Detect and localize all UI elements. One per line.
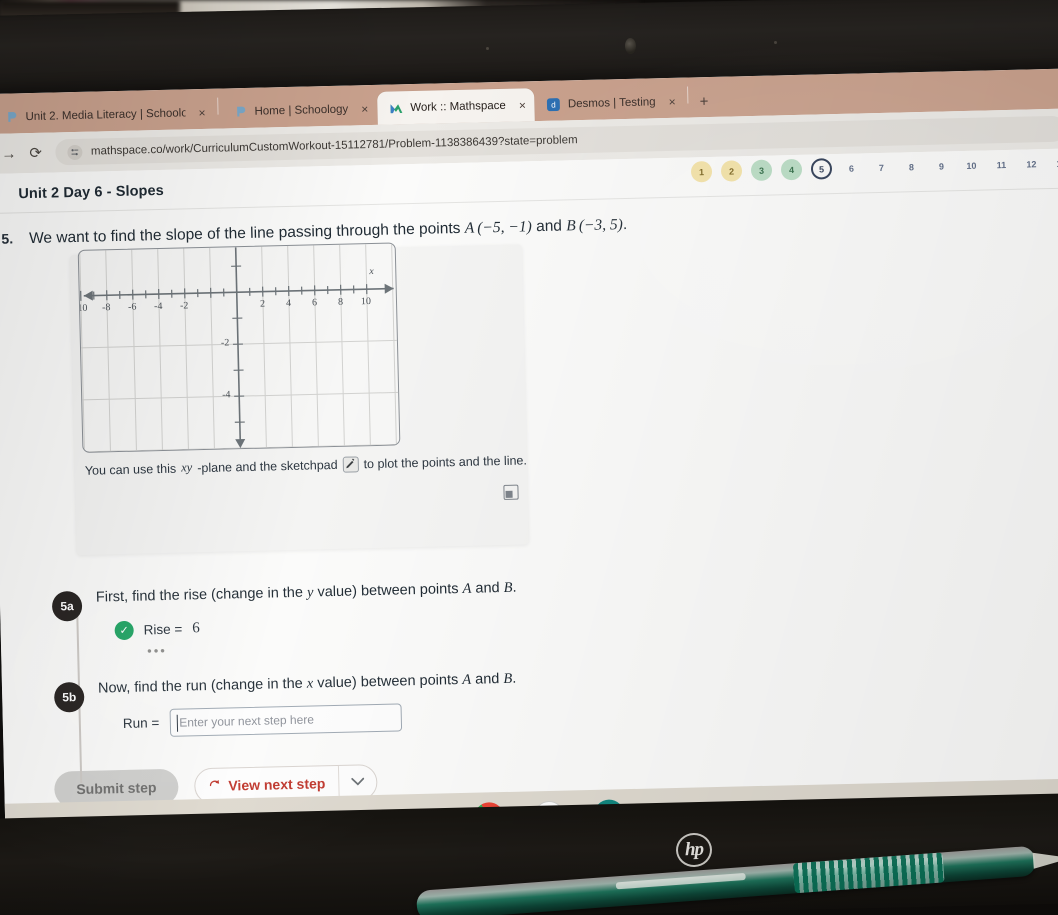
- question-text-lead: We want to find the slope of the line pa…: [28, 219, 461, 248]
- schoology-icon: [233, 104, 247, 118]
- x-tick-label: -10: [77, 302, 88, 314]
- x-tick-label: -6: [127, 301, 137, 313]
- page-title: Unit 2 Day 6 - Slopes: [18, 182, 165, 203]
- question-point-b: B (−3, 5): [566, 216, 624, 235]
- browser-tab-0[interactable]: Unit 2. Media Literacy | Schoolo ×: [0, 96, 215, 134]
- mathspace-icon: [389, 101, 403, 115]
- webcam-icon: [624, 37, 637, 55]
- x-tick-label: 2: [259, 298, 266, 310]
- graph-card: -10 -8 -6 -4 -2 2 4 6 8 10 -2 -4 x You c…: [69, 242, 529, 555]
- x-tick-label: 6: [311, 297, 318, 309]
- browser-tab-title: Desmos | Testing: [567, 95, 656, 110]
- question-conjunction: and: [535, 217, 563, 236]
- browser-tab-3[interactable]: d Desmos | Testing ×: [534, 85, 685, 122]
- page-content: 1 2 3 4 5 6 7 8 9 10 11 12 13 Unit 2 Day…: [0, 148, 1058, 854]
- svg-text:d: d: [551, 100, 556, 109]
- steps-list: 5a First, find the rise (change in the y…: [0, 565, 1058, 783]
- expand-icon[interactable]: [503, 484, 519, 500]
- close-icon[interactable]: ×: [519, 98, 526, 112]
- tab-separator: [217, 97, 219, 115]
- sketchpad-caption-mid: -plane and the sketchpad: [197, 457, 338, 476]
- microphone-hole-right: [773, 40, 778, 45]
- step-period: .: [512, 670, 517, 687]
- sketchpad-icon[interactable]: [342, 456, 359, 473]
- redo-icon: [208, 777, 221, 793]
- step-answer-input[interactable]: Enter your next step here: [169, 703, 403, 737]
- desmos-icon: d: [547, 97, 561, 111]
- question-point-a: A (−5, −1): [464, 218, 532, 237]
- answer-label: Rise =: [143, 621, 183, 638]
- question-number: 5.: [1, 230, 14, 247]
- x-tick-label: -2: [179, 300, 189, 312]
- address-bar-url: mathspace.co/work/CurriculumCustomWorkou…: [90, 134, 578, 158]
- x-tick-label: 10: [360, 295, 372, 308]
- step-point-b: B: [503, 579, 513, 596]
- close-icon[interactable]: ×: [198, 105, 205, 119]
- y-tick-label: -2: [220, 337, 230, 349]
- site-settings-icon[interactable]: [66, 144, 83, 160]
- x-tick-label: -8: [101, 302, 111, 314]
- step-point-a: A: [462, 580, 472, 597]
- step-conjunction: and: [474, 670, 500, 688]
- step-answer-placeholder: Enter your next step here: [179, 712, 315, 730]
- view-next-step-label: View next step: [228, 774, 326, 794]
- browser-tab-title: Home | Schoology: [254, 103, 349, 118]
- step-prompt-lead: First, find the rise (change in the: [95, 584, 304, 606]
- forward-icon[interactable]: →: [1, 145, 16, 162]
- input-label: Run =: [122, 715, 160, 732]
- step-conjunction: and: [475, 580, 500, 597]
- x-tick-label: 8: [337, 296, 344, 308]
- tab-separator: [687, 85, 689, 104]
- photo-of-laptop-screen: Unit 2. Media Literacy | Schoolo × Home …: [0, 0, 1058, 915]
- step-prompt-tail: value) between points: [317, 580, 459, 601]
- microphone-hole-left: [485, 46, 490, 51]
- step-prompt: First, find the rise (change in the y va…: [96, 565, 1058, 607]
- browser-tab-title: Work :: Mathspace: [410, 99, 507, 114]
- x-tick-label: -4: [153, 300, 163, 313]
- step-point-a: A: [462, 671, 472, 688]
- x-tick-label: 4: [285, 297, 292, 309]
- step-5a: 5a First, find the rise (change in the y…: [0, 565, 1058, 661]
- browser-window: Unit 2. Media Literacy | Schoolo × Home …: [0, 68, 1058, 854]
- xy-plane-graph[interactable]: -10 -8 -6 -4 -2 2 4 6 8 10 -2 -4 x: [77, 242, 401, 453]
- schoology-icon: [4, 110, 18, 124]
- sketchpad-caption-var: xy: [180, 460, 193, 475]
- question-period: .: [622, 215, 628, 234]
- sketchpad-caption-lead: You can use this: [84, 461, 177, 478]
- step-prompt-var: y: [306, 584, 314, 601]
- x-axis-label: x: [369, 265, 374, 277]
- browser-tab-title: Unit 2. Media Literacy | Schoolo: [25, 106, 186, 123]
- step-badge: 5b: [53, 681, 85, 713]
- step-badge: 5a: [51, 590, 83, 622]
- step-prompt-tail: value) between points: [317, 671, 459, 692]
- new-tab-button[interactable]: +: [691, 93, 718, 118]
- y-tick-label: -4: [222, 389, 231, 401]
- sketchpad-caption-tail: to plot the points and the line.: [363, 453, 528, 472]
- close-icon[interactable]: ×: [361, 102, 368, 116]
- reload-icon[interactable]: ⟳: [29, 144, 42, 161]
- sketchpad-caption: You can use this xy -plane and the sketch…: [85, 452, 527, 478]
- step-body: First, find the rise (change in the y va…: [96, 565, 1058, 659]
- pencil-tip: [1032, 850, 1058, 869]
- step-prompt-lead: Now, find the run (change in the: [97, 675, 303, 697]
- check-icon: ✓: [114, 620, 134, 640]
- step-period: .: [512, 579, 517, 596]
- close-icon[interactable]: ×: [668, 94, 675, 108]
- browser-tab-2[interactable]: Work :: Mathspace ×: [376, 88, 536, 125]
- view-next-step-label-group: View next step: [195, 775, 338, 794]
- answer-value: 6: [192, 619, 200, 637]
- browser-tab-1[interactable]: Home | Schoology ×: [221, 92, 378, 129]
- pencil-clip: [615, 872, 746, 890]
- step-prompt-var: x: [306, 675, 314, 692]
